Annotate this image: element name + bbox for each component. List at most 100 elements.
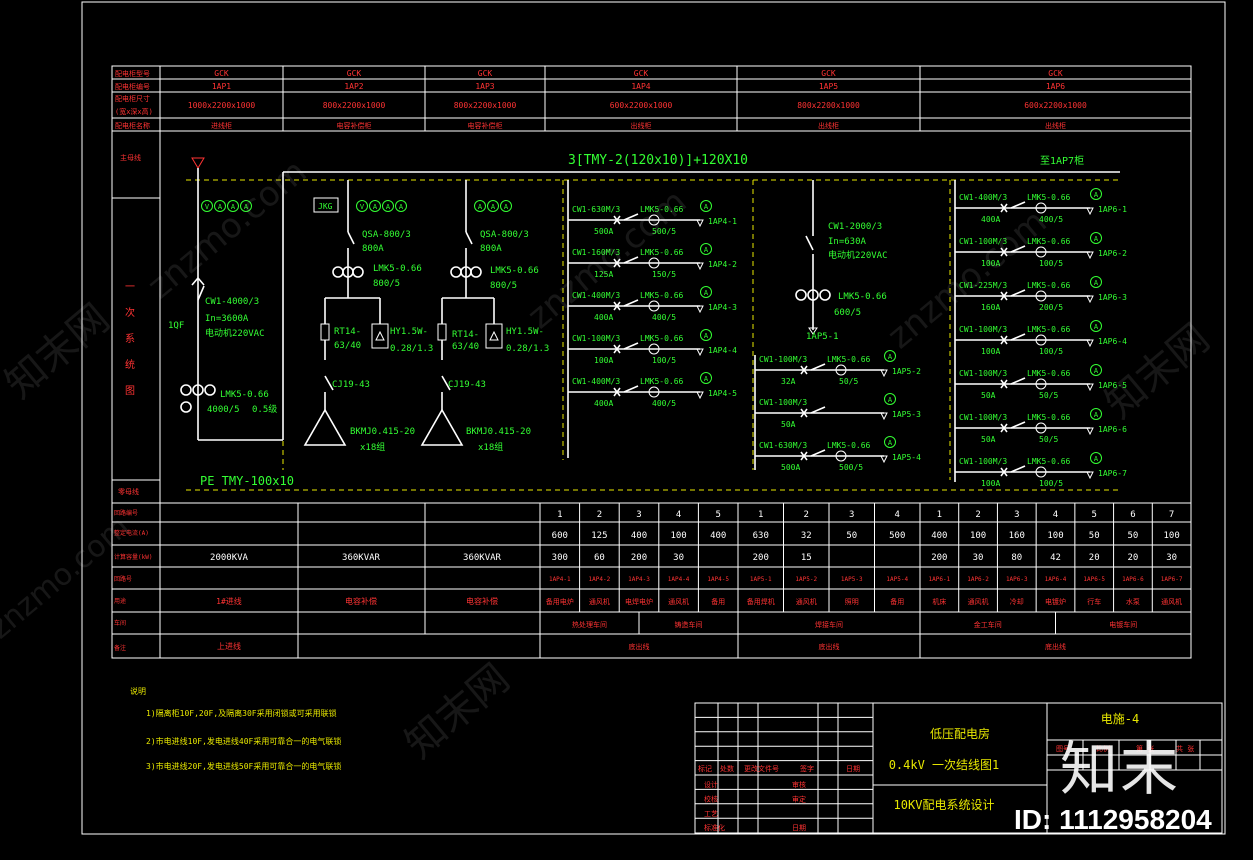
p4-num-3: 3 [636,510,641,520]
tb-row-2: 更改文件号 [744,764,779,773]
p6-num-3: 3 [1014,510,1019,520]
p6-ratio-7: 100/5 [1039,479,1063,488]
hdr-id-4: 1AP4 [631,82,650,91]
p6-id-2: 1AP6-2 [967,576,989,583]
hdr-name-2: 电容补偿柜 [337,121,372,130]
p4-kw-4: 30 [673,553,684,563]
p5-ct-3: LMK5-0.66 [827,441,871,450]
p6-breaker-5: CW1-100M/3 [959,369,1007,378]
note-1: 1)隔离柜10F,20F,及隔离30F采用闭锁或可采用联锁 [146,708,337,718]
p5-use-3: 照明 [845,598,859,606]
p5-rate-2: 50A [781,420,796,429]
meter-label: A [373,203,378,211]
tb-role-3: 标准化 [704,823,725,832]
p2-controller: JKG [318,202,333,211]
p4-breaker-1: CW1-630M/3 [572,205,620,214]
tb-role2-3: 日期 [792,824,806,832]
hdr-model-2: GCK [347,69,362,78]
p6-kw-4: 42 [1050,553,1061,563]
hdr-model-1: GCK [214,69,229,78]
notes-title: 说明 [130,686,146,696]
ammeter-label: A [1094,411,1099,419]
tb-subtitle: 10KV配电系统设计 [894,798,995,812]
p6-rate-5: 50A [981,391,996,400]
p5-num-4: 4 [895,510,900,520]
p3-switch-rate: 800A [480,244,502,254]
p5-kw-2: 15 [801,553,812,563]
cap-2: 360KVAR [342,553,381,563]
p1-ct-model: LMK5-0.66 [220,390,269,400]
p4-ct-3: LMK5-0.66 [640,291,684,300]
label-primary-5: 图 [125,385,135,397]
cap-1: 2000KVA [210,553,249,563]
p4-set-3: 400 [631,531,647,541]
p4-out-5: 1AP4-5 [708,389,737,398]
hdr-id-3: 1AP3 [475,82,494,91]
p6-breaker-6: CW1-100M/3 [959,413,1007,422]
p6-set-5: 50 [1089,531,1100,541]
p5-use-2: 通风机 [796,597,817,606]
p5-id-1: 1AP5-1 [750,576,772,583]
p2-contactor: CJ19-43 [332,380,370,390]
p4-kw-1: 300 [552,553,568,563]
hdr-id-2: 1AP2 [344,82,363,91]
p6-shop-1: 金工车间 [974,620,1002,629]
row-label-id: 回路号 [114,575,132,583]
tb-project: 低压配电房 [930,726,990,741]
p6-out-4: 1AP6-4 [1098,337,1127,346]
p6-out-1: 1AP6-1 [1098,205,1127,214]
hdr-label-id: 配电柜编号 [115,82,150,91]
p6-ct-1: LMK5-0.66 [1027,193,1071,202]
p6-shop-2: 电镀车间 [1109,620,1137,629]
p4-id-1: 1AP4-1 [549,576,571,583]
hdr-model-6: GCK [1048,69,1063,78]
meter-label: A [386,203,391,211]
p5-set-1: 630 [753,531,769,541]
p5-remark: 底出线 [819,642,840,651]
hdr-model-5: GCK [821,69,836,78]
p6-kw-6: 20 [1128,553,1139,563]
p6-rate-6: 50A [981,435,996,444]
tb-role-1: 校核 [704,794,718,803]
ammeter-label: A [888,396,893,404]
p4-remark: 底出线 [629,642,650,651]
p3-ct-model: LMK5-0.66 [490,266,539,276]
p5-main-breaker: CW1-2000/3 [828,222,882,232]
p1-breaker-model: CW1-4000/3 [205,297,259,307]
notes: 说明 1)隔离柜10F,20F,及隔离30F采用闭锁或可采用联锁 2)市电进线1… [130,686,341,771]
hdr-size-3: 800x2200x1000 [454,101,517,110]
pe-busbar-label: PE TMY-100x10 [200,474,294,488]
p5-id-4: 1AP5-4 [886,576,908,583]
meter-label: A [491,203,496,211]
p4-kw-3: 200 [631,553,647,563]
p6-id-7: 1AP6-7 [1161,576,1183,583]
note-3: 3)市电进线20F,发电进线50F采用可靠合一的电气联锁 [146,761,341,771]
brand-logo: 知末 [1060,735,1181,803]
p5-out-1: 1AP5-2 [892,367,921,376]
p2-ct-model: LMK5-0.66 [373,264,422,274]
p4-breaker-4: CW1-100M/3 [572,334,620,343]
p6-num-6: 6 [1130,510,1135,520]
p5-kw-1: 200 [753,553,769,563]
p5-use-1: 备用焊机 [747,597,775,606]
p3-ct-ratio: 800/5 [490,281,517,291]
p6-num-2: 2 [975,510,980,520]
p4-use-5: 备用 [711,597,725,606]
tb-row-4: 日期 [846,765,860,773]
p5-main-out: 1AP5-1 [806,332,839,342]
p5-main-ct: LMK5-0.66 [838,292,887,302]
tb-role2-1: 审定 [792,794,806,803]
p2-reactor-model: HY1.5W- [390,327,428,337]
p6-ratio-6: 50/5 [1039,435,1058,444]
use-3: 电容补偿 [466,596,498,606]
image-id: ID: 1112958204 [1014,804,1212,835]
p2-cap-model: BKMJ0.415-20 [350,427,415,437]
p4-shop-1: 热处理车间 [572,620,607,629]
p5-set-2: 32 [801,531,812,541]
ammeter-label: A [1094,235,1099,243]
p6-use-7: 通风机 [1161,597,1182,606]
p5-rate-1: 32A [781,377,796,386]
p5-main-ratio: 600/5 [834,308,861,318]
p5-main-in: In=630A [828,237,867,247]
to-next-panel: 至1AP7柜 [1040,154,1084,167]
